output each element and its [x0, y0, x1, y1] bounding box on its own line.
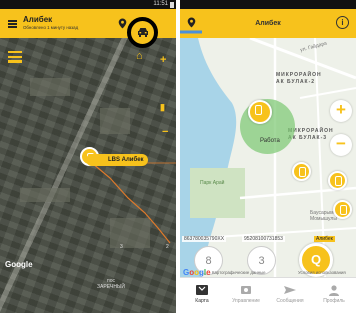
geofence-label: Работа [260, 138, 280, 144]
nav-label: Управление [232, 298, 260, 304]
satellite-map[interactable]: ⌂ + ▮ − 3 2 LBS Алибек пос ЗАРЕЧНЫЙ Goog… [0, 38, 176, 313]
header-title: Алибек [23, 15, 53, 24]
nav-map[interactable]: Карта [184, 278, 220, 313]
district-label: МИКРОРАЙОН АК БУЛАК-3 [288, 128, 334, 141]
zoom-out-button[interactable]: − [162, 126, 168, 138]
nav-label: Карта [195, 298, 209, 304]
poi-pin[interactable] [328, 171, 347, 190]
status-bar: 11:51 [0, 0, 176, 9]
settings-icon [241, 286, 251, 294]
map-counter: 2 [166, 244, 169, 250]
car-button[interactable] [127, 17, 158, 48]
nav-label: Профиль [323, 298, 345, 304]
place-label: пос ЗАРЕЧНЫЙ [97, 278, 125, 290]
district-label-line2: АК БУЛАК-2 [276, 78, 316, 85]
district-label-line2: АК БУЛАК-3 [288, 134, 328, 141]
left-phone-screen: 11:51 Алибек Обновлено 1 минуту назад ⌂ … [0, 0, 176, 313]
watch-icon[interactable]: ▮ [160, 102, 165, 113]
zoom-out-button[interactable]: − [330, 134, 352, 156]
map-counter: 3 [120, 244, 123, 250]
send-icon [284, 286, 296, 294]
map-terms-link[interactable]: Условия использования [298, 270, 346, 275]
nav-profile[interactable]: Профиль [316, 278, 352, 313]
profile-icon [329, 285, 339, 296]
route-line [91, 162, 176, 244]
zoom-in-button[interactable]: + [330, 100, 352, 122]
place-label-line2: ЗАРЕЧНЫЙ [97, 284, 125, 290]
zoom-in-button[interactable]: + [160, 54, 166, 66]
place-label-line2: Момышулы [310, 216, 337, 222]
zone-toggle-icon[interactable]: ⌂ [136, 50, 143, 62]
bottom-navigation: Карта Управление Сообщения Профиль [180, 277, 356, 313]
map-data-credit[interactable]: Картографические данные [212, 270, 266, 275]
status-time: 11:51 [153, 1, 168, 7]
google-logo: Google [183, 268, 211, 277]
poi-pin[interactable] [333, 200, 352, 219]
device-tag: Алибек [314, 236, 335, 242]
menu-icon[interactable] [8, 20, 17, 28]
pointer-arrow [180, 30, 202, 34]
nav-control[interactable]: Управление [228, 278, 264, 313]
district-label-line1: МИКРОРАЙОН [276, 72, 322, 78]
info-icon[interactable]: i [336, 16, 349, 29]
street-map[interactable]: МИКРОРАЙОН АК БУЛАК-2 МИКРОРАЙОН АК БУЛА… [180, 38, 356, 277]
car-icon [138, 28, 148, 37]
layers-icon[interactable] [8, 51, 22, 65]
device-id-label: 863780035790XX [182, 236, 227, 242]
location-pin-icon[interactable] [118, 18, 127, 29]
district-label: МИКРОРАЙОН АК БУЛАК-2 [276, 72, 322, 85]
battery-icon [170, 2, 174, 8]
right-phone-screen: Алибек i МИКРОРАЙОН АК БУЛАК-2 МИКРОРАЙО… [180, 0, 356, 313]
nav-label: Сообщения [276, 298, 304, 304]
header-subtitle: Обновлено 1 минуту назад [23, 25, 79, 30]
status-bar [180, 0, 356, 9]
device-id-label: 95208100731853 [242, 236, 285, 242]
map-icon [196, 285, 208, 295]
watch-location-pin[interactable] [248, 100, 272, 124]
nav-messages[interactable]: Сообщения [272, 278, 308, 313]
poi-pin[interactable] [292, 162, 311, 181]
google-logo: Google [5, 260, 33, 269]
park-label: Парк Арай [200, 180, 225, 186]
lbs-label[interactable]: LBS Алибек [86, 154, 148, 166]
